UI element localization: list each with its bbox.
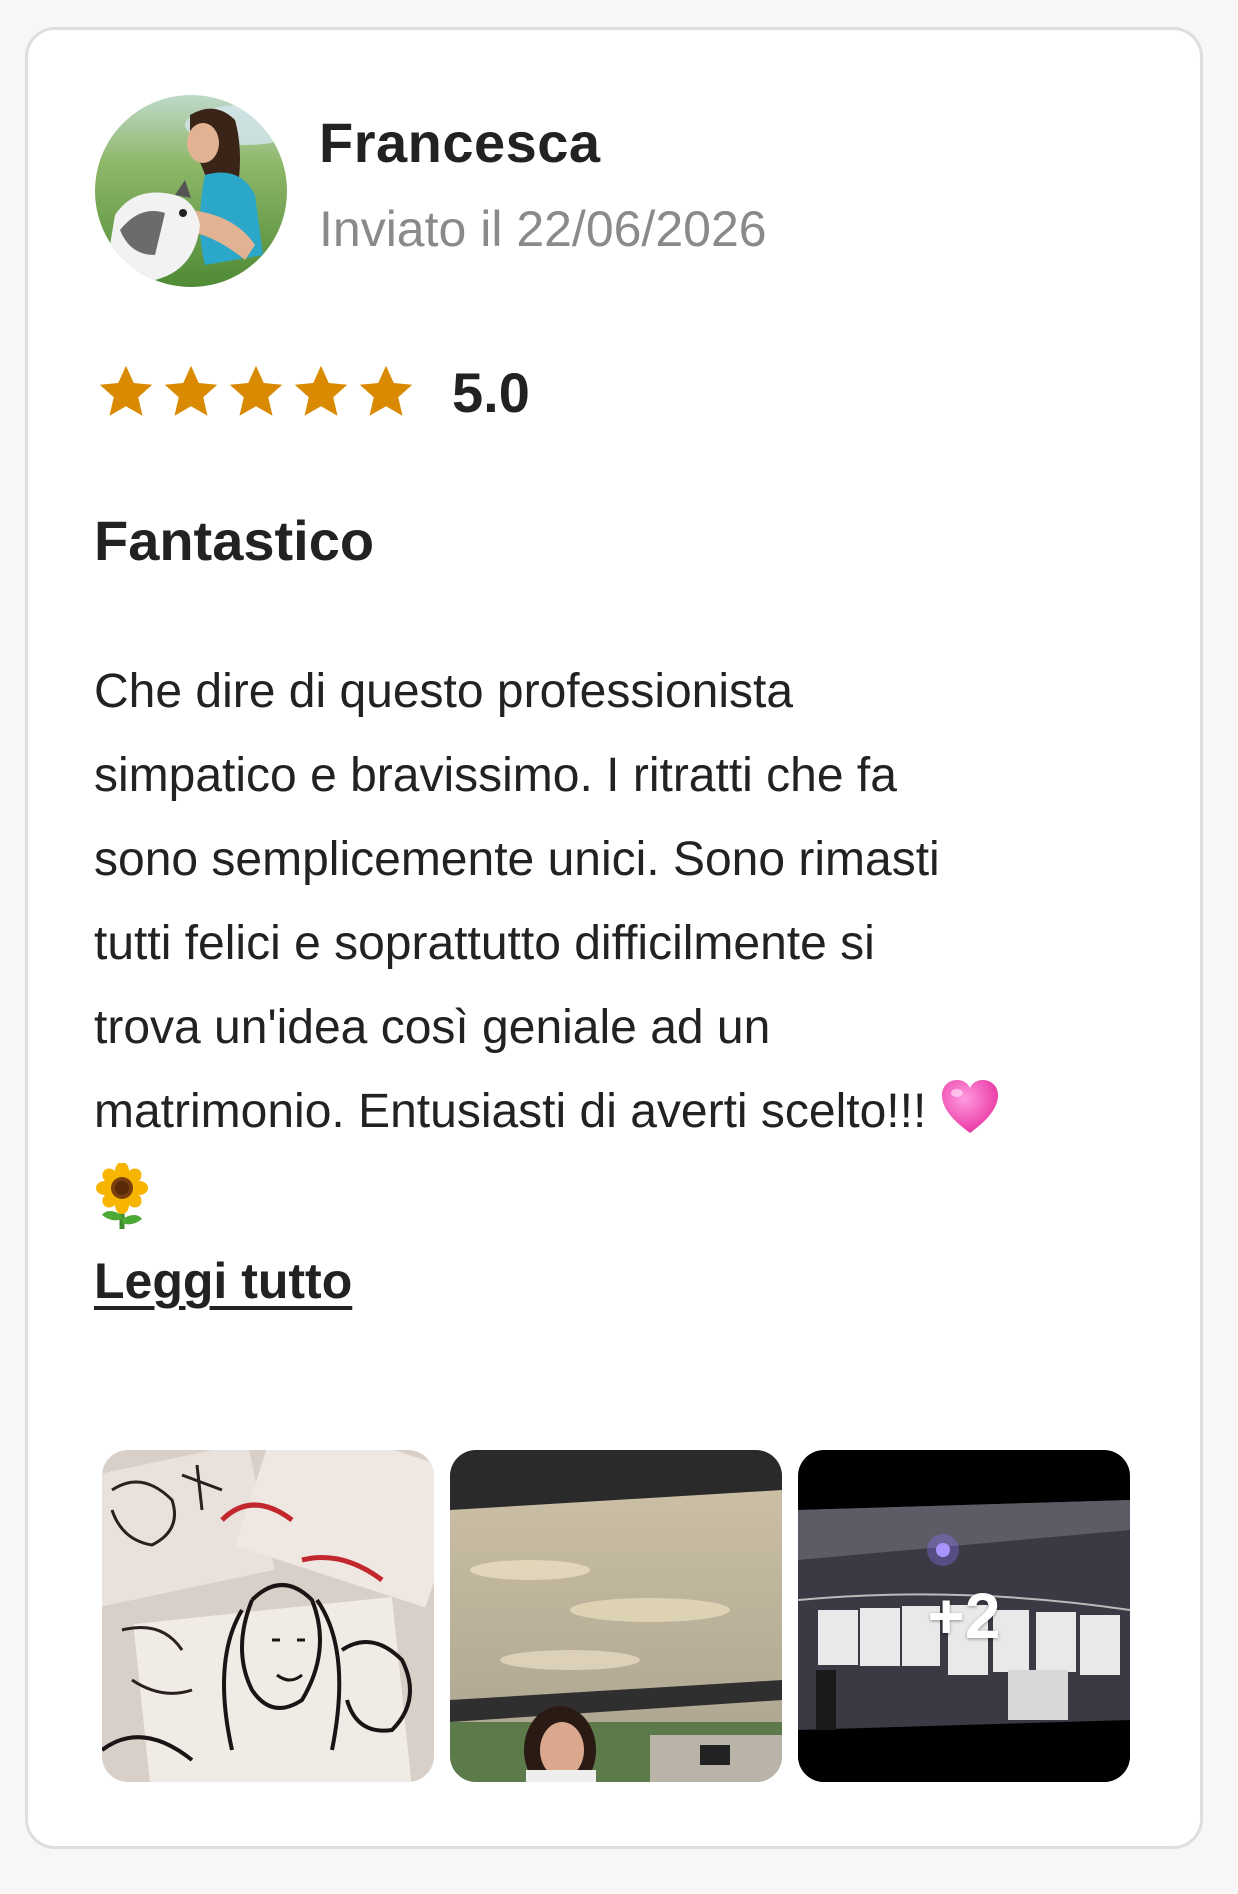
star-icon: [96, 362, 156, 422]
rating-row: 5.0: [96, 352, 530, 432]
review-body: Che dire di questo professionista simpat…: [94, 650, 1154, 1258]
review-body-emoji-line: [94, 1162, 1154, 1258]
review-photos: +2: [102, 1450, 1130, 1782]
review-body-line: simpatico e bravissimo. I ritratti che f…: [94, 749, 897, 802]
review-title: Fantastico: [94, 509, 375, 572]
review-date: Inviato il 22/06/2026: [319, 201, 767, 257]
star-icon: [226, 362, 286, 422]
review-photo-thumbnail[interactable]: [450, 1450, 782, 1782]
review-card: Francesca Inviato il 22/06/2026 5.0 Fant…: [25, 27, 1203, 1849]
star-rating: [96, 362, 416, 422]
read-more-link[interactable]: Leggi tutto: [94, 1252, 352, 1310]
star-icon: [291, 362, 351, 422]
growing-heart-emoji-icon: [940, 1078, 1000, 1162]
review-photo-more[interactable]: +2: [798, 1450, 1130, 1782]
star-icon: [161, 362, 221, 422]
review-body-line: tutti felici e soprattutto difficilmente…: [94, 917, 875, 970]
review-body-line: Che dire di questo professionista: [94, 665, 794, 718]
review-body-line-last: matrimonio. Entusiasti di averti scelto!…: [94, 1070, 1154, 1162]
more-photos-count: +2: [927, 1580, 1001, 1652]
rating-value: 5.0: [452, 360, 530, 424]
sunflower-emoji-icon: [94, 1162, 150, 1258]
review-photo-thumbnail[interactable]: [102, 1450, 434, 1782]
reviewer-avatar: [95, 95, 287, 287]
review-body-line: sono semplicemente unici. Sono rimasti: [94, 833, 940, 886]
review-body-line: trova un'idea così geniale ad un: [94, 1001, 771, 1054]
star-icon: [356, 362, 416, 422]
review-body-line: matrimonio. Entusiasti di averti scelto!…: [94, 1085, 927, 1138]
reviewer-name: Francesca: [319, 111, 601, 174]
